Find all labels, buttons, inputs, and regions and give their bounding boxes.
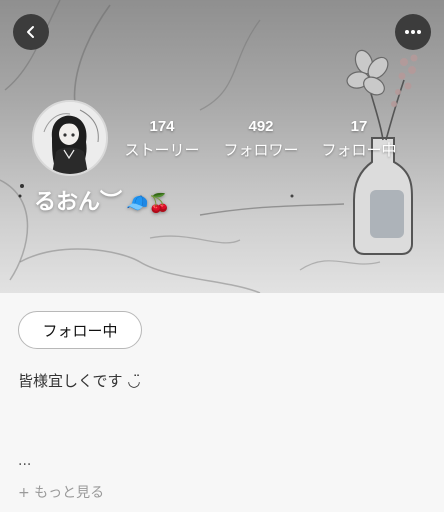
- show-more-link[interactable]: + もっと見る: [18, 484, 104, 502]
- profile-bio: 皆様宜しくです ◡̈: [18, 372, 141, 390]
- following-button[interactable]: フォロー中: [18, 311, 142, 349]
- profile-cover: 174 ストーリー 492 フォロワー 17 フォロー中 るおん︶ 🧢🍒: [0, 0, 444, 293]
- followers-label: フォロワー: [223, 141, 299, 159]
- more-horizontal-icon: [405, 30, 421, 34]
- following-stat[interactable]: 17 フォロー中: [318, 118, 400, 161]
- following-label: フォロー中: [321, 141, 397, 159]
- back-button[interactable]: [13, 14, 49, 50]
- bio-ellipsis: ...: [18, 453, 32, 469]
- stories-count: 174: [149, 118, 175, 135]
- following-count: 17: [350, 118, 368, 135]
- stories-stat[interactable]: 174 ストーリー: [122, 118, 202, 161]
- followers-stat[interactable]: 492 フォロワー: [219, 118, 303, 161]
- stories-label: ストーリー: [124, 141, 200, 159]
- profile-username: るおん︶ 🧢🍒: [34, 188, 171, 219]
- chevron-left-icon: [27, 26, 34, 38]
- avatar-illustration: [34, 102, 106, 174]
- username-emoji: 🧢🍒: [126, 193, 171, 214]
- followers-count: 492: [248, 118, 274, 135]
- more-options-button[interactable]: [395, 14, 431, 50]
- avatar[interactable]: [32, 100, 108, 176]
- username-text: るおん︶: [34, 190, 123, 215]
